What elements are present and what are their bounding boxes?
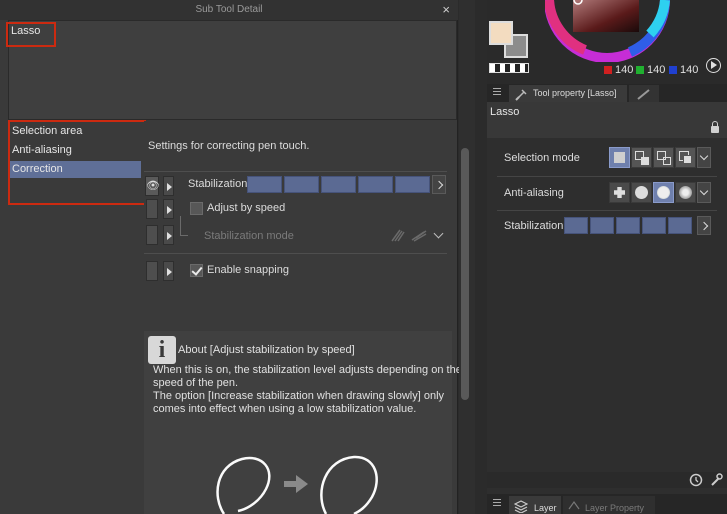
about-text-line: When this is on, the stabilization level… — [153, 364, 462, 376]
transparent-color-swatch[interactable] — [489, 63, 529, 73]
selection-mode-subtract-button[interactable] — [653, 147, 674, 168]
brush-icon — [515, 89, 527, 101]
selection-mode-intersect-button[interactable] — [675, 147, 696, 168]
layer-property-icon — [568, 500, 580, 510]
stabilization-illustration — [216, 455, 378, 514]
anti-aliasing-strong-button[interactable] — [675, 182, 696, 203]
tab-tool-property[interactable]: Tool property [Lasso] — [509, 85, 627, 102]
stabilization-increment-button[interactable] — [697, 216, 711, 235]
anti-aliasing-label: Anti-aliasing — [504, 187, 564, 199]
menu-icon[interactable] — [493, 499, 501, 506]
sub-tool-preview: Lasso — [8, 20, 457, 120]
lock-icon[interactable] — [711, 121, 719, 133]
stabilization-slider[interactable] — [564, 217, 692, 234]
highlight-box-lasso — [6, 22, 56, 47]
color-panel: 140 140 140 — [487, 0, 727, 84]
stabilization-increment-button[interactable] — [432, 175, 446, 194]
anti-aliasing-weak-button[interactable] — [631, 182, 652, 203]
tool-property-tabbar: Tool property [Lasso] — [487, 84, 727, 102]
tab-layer[interactable]: Layer — [509, 496, 561, 514]
about-text-line: comes into effect when using a low stabi… — [153, 403, 417, 415]
stabilization-mode-label: Stabilization mode — [204, 230, 294, 242]
selection-mode-label: Selection mode — [504, 152, 580, 164]
green-channel-icon — [636, 66, 644, 74]
main-color-swatch[interactable] — [489, 21, 513, 45]
divider — [144, 253, 447, 254]
show-in-property-toggle[interactable] — [146, 261, 158, 281]
play-circle-icon[interactable] — [706, 58, 721, 73]
eye-icon[interactable]: 👁 — [145, 176, 160, 196]
tree-connector — [180, 216, 181, 236]
adjust-by-speed-checkbox[interactable] — [190, 202, 203, 215]
stabilization-label: Stabilization — [504, 220, 564, 232]
enable-snapping-checkbox[interactable] — [190, 264, 203, 277]
dialog-titlebar[interactable]: Sub Tool Detail × — [0, 0, 458, 20]
divider — [497, 210, 717, 211]
selection-mode-add-button[interactable] — [631, 147, 652, 168]
show-in-property-toggle[interactable] — [146, 225, 158, 245]
settings-panel: Settings for correcting pen touch. 👁 Sta… — [144, 121, 462, 514]
dialog-title: Sub Tool Detail — [195, 4, 263, 15]
info-icon: i — [148, 336, 176, 364]
tab-layer-label: Layer — [534, 503, 557, 513]
divider — [144, 171, 447, 172]
anti-aliasing-medium-button[interactable] — [653, 182, 674, 203]
blue-value: 140 — [680, 64, 699, 76]
tab-layer-property[interactable]: Layer Property — [563, 496, 655, 514]
tool-property-body: Selection mode Anti-aliasing Stabilizati… — [487, 138, 727, 472]
selection-mode-dropdown[interactable] — [697, 147, 711, 168]
right-panel: 140 140 140 Tool property [Lasso] Lasso … — [487, 0, 727, 514]
expand-stabilization-mode-button[interactable] — [163, 225, 174, 245]
selection-mode-new-button[interactable] — [609, 147, 630, 168]
sub-tool-detail-dialog: Sub Tool Detail × Lasso Selection area A… — [0, 0, 462, 514]
layers-icon — [514, 500, 528, 513]
show-in-property-toggle[interactable] — [146, 199, 158, 219]
stabilization-slider[interactable] — [247, 176, 430, 193]
dialog-scrollbar[interactable] — [459, 0, 475, 514]
adjust-by-speed-label: Adjust by speed — [207, 202, 286, 214]
chevron-down-icon[interactable] — [433, 228, 444, 239]
expand-adjust-by-speed-button[interactable] — [163, 199, 174, 219]
tool-property-header: Lasso — [487, 102, 727, 138]
wrench-tab-icon — [637, 89, 650, 100]
about-title: About [Adjust stabilization by speed] — [178, 344, 355, 356]
about-text-line: speed of the pen. — [153, 377, 239, 389]
blue-channel-icon — [669, 66, 677, 74]
highlight-box-categories — [8, 120, 146, 205]
color-wheel[interactable] — [545, 0, 670, 62]
close-icon[interactable]: × — [442, 2, 450, 17]
anti-aliasing-dropdown[interactable] — [697, 182, 711, 203]
enable-snapping-label: Enable snapping — [207, 264, 289, 276]
expand-enable-snapping-button[interactable] — [163, 261, 174, 281]
settings-description: Settings for correcting pen touch. — [148, 140, 310, 152]
divider — [497, 176, 717, 177]
about-panel: i About [Adjust stabilization by speed] … — [144, 331, 462, 514]
menu-icon[interactable] — [493, 88, 501, 95]
tool-name: Lasso — [490, 106, 520, 118]
tab-layer-property-label: Layer Property — [585, 503, 645, 513]
tab-tool-property-label: Tool property [Lasso] — [533, 88, 617, 98]
tree-connector — [180, 235, 188, 236]
red-value: 140 — [615, 64, 634, 76]
scrollbar-thumb[interactable] — [461, 148, 469, 400]
layer-tabbar: Layer Layer Property — [487, 494, 727, 514]
expand-stabilization-button[interactable] — [163, 176, 174, 196]
wrench-icon[interactable] — [709, 473, 723, 487]
about-text-line: The option [Increase stabilization when … — [153, 390, 445, 402]
tool-property-footer — [487, 472, 727, 488]
tab-sub-tool-detail[interactable] — [629, 85, 659, 102]
stabilization-mode-icons[interactable] — [390, 227, 430, 243]
green-value: 140 — [647, 64, 666, 76]
red-channel-icon — [604, 66, 612, 74]
timer-icon[interactable] — [689, 473, 703, 487]
stabilization-label: Stabilization — [188, 178, 248, 190]
anti-aliasing-none-button[interactable] — [609, 182, 630, 203]
